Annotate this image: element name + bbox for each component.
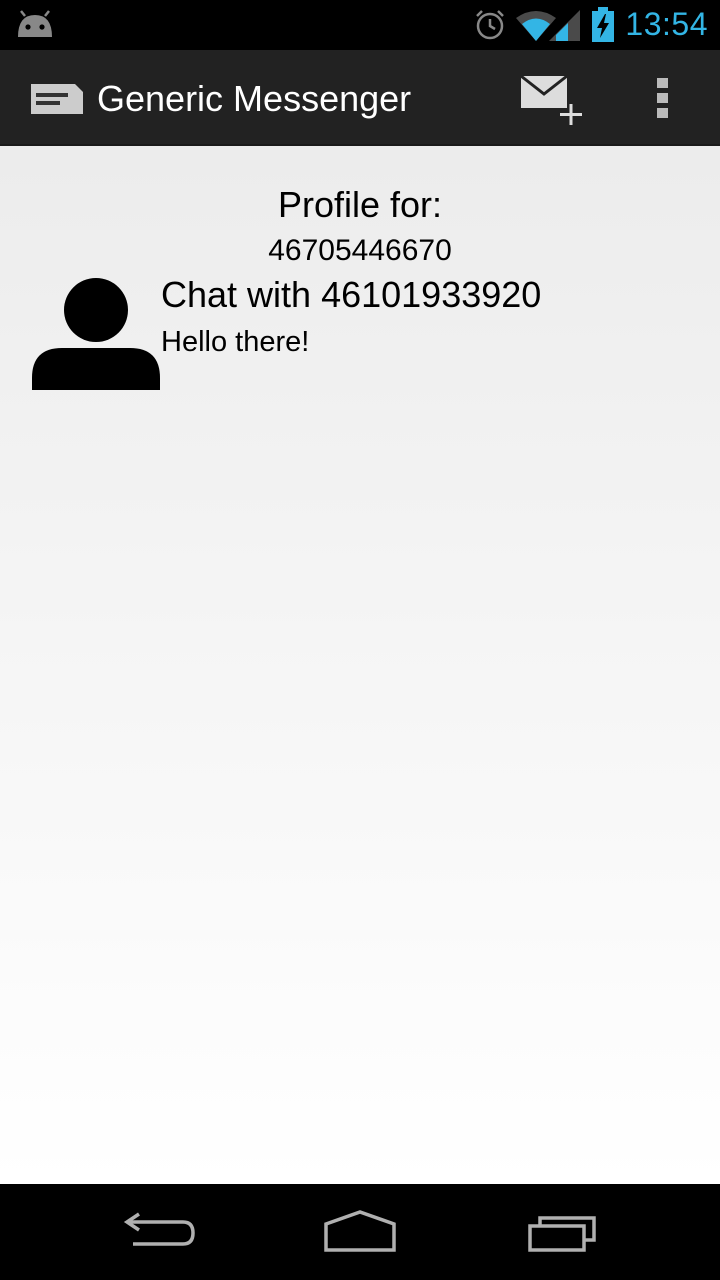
action-bar: Generic Messenger — [0, 50, 720, 146]
overflow-menu-icon[interactable] — [655, 76, 671, 120]
battery-charging-icon — [592, 7, 614, 42]
profile-number: 46705446670 — [268, 234, 452, 267]
app-title: Generic Messenger — [97, 78, 412, 119]
signal-icon — [549, 10, 580, 41]
chat-list-item[interactable]: Chat with 46101933920 Hello there! — [32, 274, 688, 390]
new-message-icon[interactable] — [519, 72, 585, 126]
person-avatar-icon — [32, 278, 160, 390]
profile-label: Profile for: — [277, 184, 443, 225]
recent-apps-icon[interactable] — [512, 1202, 612, 1262]
status-clock: 13:54 — [625, 6, 708, 42]
navigation-bar — [0, 1184, 720, 1280]
content-area: Profile for: 46705446670 Chat with 46101… — [0, 146, 720, 1184]
home-icon[interactable] — [310, 1202, 410, 1262]
alarm-icon — [476, 10, 504, 40]
chat-preview: Hello there! — [161, 326, 310, 358]
app-messenger-icon[interactable] — [31, 84, 83, 114]
chat-title: Chat with 46101933920 — [161, 274, 542, 315]
android-notification-icon — [18, 10, 52, 37]
screen: 13:54 Generic Messenger Profile for: 467… — [0, 0, 720, 1280]
status-bar: 13:54 — [0, 0, 720, 50]
back-icon[interactable] — [115, 1202, 215, 1262]
